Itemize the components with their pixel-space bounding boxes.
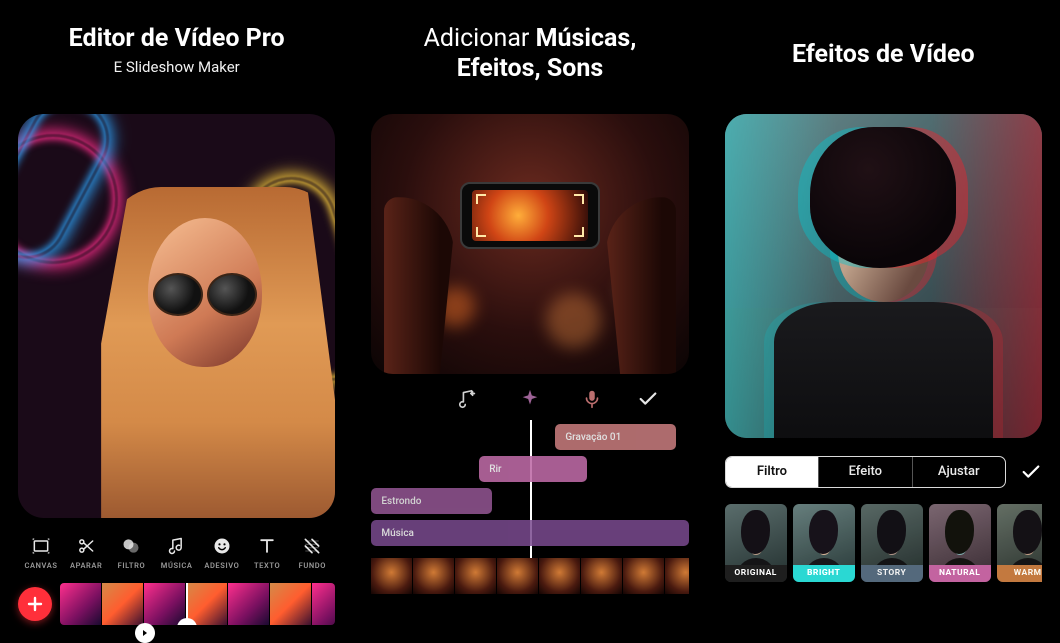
tool-canvas[interactable]: CANVAS	[20, 536, 62, 570]
screen1-clip-thumbnails[interactable]	[60, 583, 335, 625]
audio-clip[interactable]: Música	[371, 520, 688, 546]
filter-preset-original[interactable]: ORIGINAL	[725, 504, 787, 582]
effect-mode-segmented: FiltroEfeitoAjustar	[725, 456, 1006, 488]
screen1-title: Editor de Vídeo Pro	[18, 24, 335, 54]
texto-icon	[257, 536, 277, 556]
screen3-preview-image[interactable]	[725, 114, 1042, 438]
preset-label: STORY	[861, 565, 923, 582]
screen1-toolbar: CANVAS APARAR FILTRO MÚSICA ADESIVO TEXTO FUND…	[18, 536, 335, 570]
screen-add-music: Adicionar Músicas, Efeitos, Sons	[353, 0, 706, 628]
filter-preset-story[interactable]: STORY	[861, 504, 923, 582]
screen3-title-block: Efeitos de Vídeo	[725, 24, 1042, 104]
confirm-checkmark-icon[interactable]	[637, 388, 659, 410]
screen2-title-line2: Efeitos, Sons	[371, 54, 688, 84]
screen2-title-line1: Adicionar Músicas,	[371, 24, 688, 54]
tool-aparar[interactable]: APARAR	[65, 536, 107, 570]
screen2-action-row	[371, 374, 688, 420]
adesivo-icon	[212, 536, 232, 556]
screen2-title-block: Adicionar Músicas, Efeitos, Sons	[371, 24, 688, 104]
screen2-title-bold1: Músicas,	[536, 24, 637, 53]
tool-texto[interactable]: TEXTO	[246, 536, 288, 570]
add-music-icon[interactable]	[457, 388, 479, 410]
screen1-preview-image[interactable]	[18, 114, 335, 518]
confirm-checkmark-icon[interactable]	[1020, 461, 1042, 483]
tool-label: FILTRO	[118, 561, 146, 570]
audio-clip-label: Música	[381, 528, 414, 539]
fundo-icon	[302, 536, 322, 556]
tool-adesivo[interactable]: ADESIVO	[201, 536, 243, 570]
playhead-icon[interactable]	[186, 583, 188, 625]
tool-musica[interactable]: MÚSICA	[156, 536, 198, 570]
segment-efeito[interactable]: Efeito	[818, 457, 911, 487]
screen1-timeline-bar	[18, 580, 335, 628]
screen2-audio-timeline[interactable]: Gravação 01 Rir Estrondo Música	[371, 424, 688, 594]
preset-label: WARM	[997, 565, 1042, 582]
preset-label: NATURAL	[929, 565, 991, 582]
effects-sparkle-icon[interactable]	[519, 388, 541, 410]
tool-label: ADESIVO	[204, 561, 239, 570]
tool-label: MÚSICA	[161, 561, 193, 570]
filter-preset-strip: ORIGINALBRIGHTSTORYNATURALWARMWA	[725, 504, 1042, 582]
filtro-icon	[121, 536, 141, 556]
add-media-button[interactable]	[18, 587, 52, 621]
segment-ajustar[interactable]: Ajustar	[912, 457, 1005, 487]
microphone-icon[interactable]	[581, 388, 603, 410]
segment-filtro[interactable]: Filtro	[726, 457, 818, 487]
screen1-title-block: Editor de Vídeo Pro E Slideshow Maker	[18, 24, 335, 104]
filter-preset-natural[interactable]: NATURAL	[929, 504, 991, 582]
screen3-title: Efeitos de Vídeo	[725, 40, 1042, 70]
tool-label: TEXTO	[254, 561, 280, 570]
preset-label: BRIGHT	[793, 565, 855, 582]
audio-clip[interactable]: Estrondo	[371, 488, 492, 514]
screen1-subtitle: E Slideshow Maker	[18, 58, 335, 76]
scrub-handle-icon[interactable]	[135, 623, 155, 643]
tool-filtro[interactable]: FILTRO	[110, 536, 152, 570]
audio-clip[interactable]: Rir	[479, 456, 587, 482]
screen2-title-light: Adicionar	[424, 24, 536, 53]
audio-clip-label: Estrondo	[381, 496, 421, 507]
screen2-preview-image[interactable]	[371, 114, 688, 374]
audio-clip-label: Gravação 01	[565, 432, 621, 443]
preset-label: ORIGINAL	[725, 565, 787, 582]
tool-label: FUNDO	[299, 561, 326, 570]
audio-clip[interactable]: Gravação 01	[555, 424, 676, 450]
audio-clip-label: Rir	[489, 464, 501, 475]
tool-label: APARAR	[70, 561, 102, 570]
tool-label: CANVAS	[25, 561, 58, 570]
filter-preset-warm[interactable]: WARM	[997, 504, 1042, 582]
screen2-video-thumbnails[interactable]	[371, 558, 688, 594]
screen3-controls-row: FiltroEfeitoAjustar	[725, 456, 1042, 488]
screen-video-effects: Efeitos de Vídeo FiltroEfeitoAjustar ORI…	[707, 0, 1060, 628]
aparar-icon	[76, 536, 96, 556]
screen-editor-pro: Editor de Vídeo Pro E Slideshow Maker CA…	[0, 0, 353, 628]
canvas-icon	[31, 536, 51, 556]
filter-preset-bright[interactable]: BRIGHT	[793, 504, 855, 582]
tool-fundo[interactable]: FUNDO	[291, 536, 333, 570]
musica-icon	[167, 536, 187, 556]
